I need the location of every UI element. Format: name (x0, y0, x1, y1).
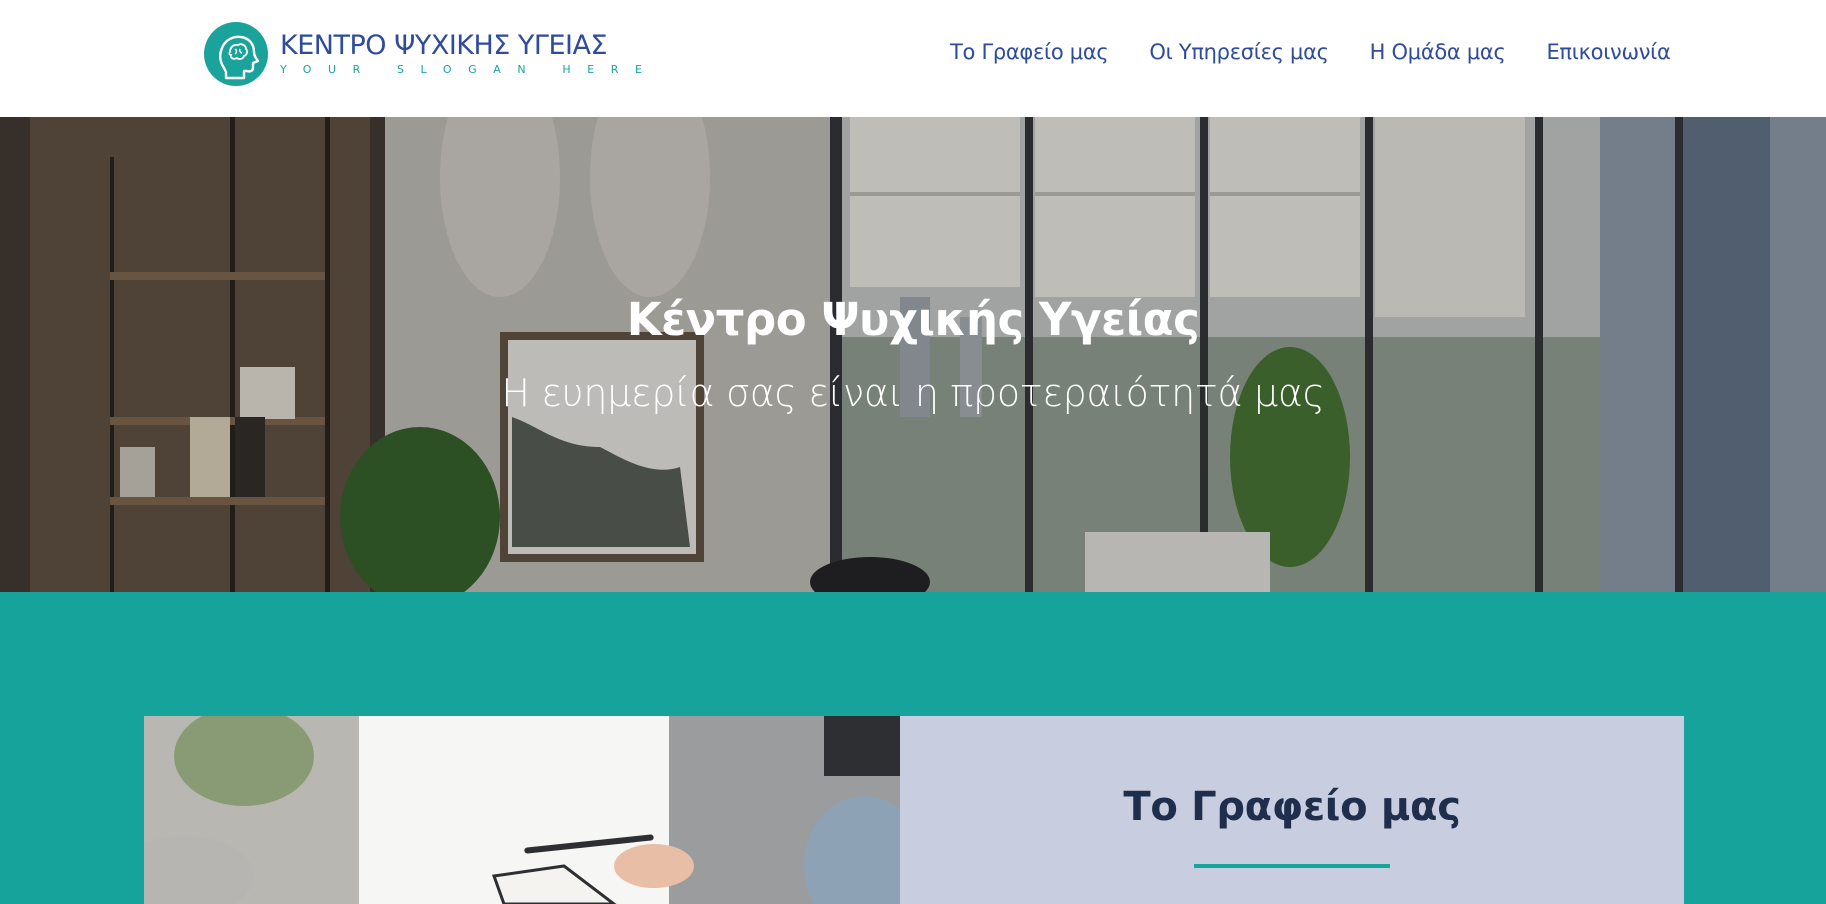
hero-subtitle: Η ευημερία σας είναι η προτεραιότητά μας (501, 371, 1325, 415)
heading-divider (1194, 864, 1390, 868)
hero-overlay (0, 117, 1826, 592)
nav-item-office[interactable]: Το Γραφείο μας (950, 40, 1109, 64)
nav-item-services[interactable]: Οι Υπηρεσίες μας (1149, 40, 1329, 64)
office-section: Το Γραφείο μας (0, 592, 1826, 904)
logo-text: ΚΕΝΤΡΟ ΨΥΧΙΚΗΣ ΥΓΕΙΑΣ YOUR SLOGAN HERE (280, 31, 659, 77)
office-photo (144, 716, 900, 904)
hero-title: Κέντρο Ψυχικής Υγείας (626, 293, 1200, 346)
nav-item-team[interactable]: Η Ομάδα μας (1370, 40, 1506, 64)
logo[interactable]: ΚΕΝΤΡΟ ΨΥΧΙΚΗΣ ΥΓΕΙΑΣ YOUR SLOGAN HERE (204, 22, 659, 86)
head-brain-icon (204, 22, 268, 86)
brand-slogan: YOUR SLOGAN HERE (280, 63, 659, 76)
main-nav: Το Γραφείο μας Οι Υπηρεσίες μας Η Ομάδα … (950, 40, 1671, 64)
office-heading: Το Γραφείο μας (1123, 784, 1461, 830)
brand-title: ΚΕΝΤΡΟ ΨΥΧΙΚΗΣ ΥΓΕΙΑΣ (280, 30, 608, 61)
nav-item-contact[interactable]: Επικοινωνία (1546, 40, 1670, 64)
site-header: ΚΕΝΤΡΟ ΨΥΧΙΚΗΣ ΥΓΕΙΑΣ YOUR SLOGAN HERE Τ… (0, 0, 1826, 117)
hero-banner: Κέντρο Ψυχικής Υγείας Η ευημερία σας είν… (0, 117, 1826, 592)
consultation-image (144, 716, 900, 904)
office-info-panel: Το Γραφείο μας (900, 716, 1684, 904)
